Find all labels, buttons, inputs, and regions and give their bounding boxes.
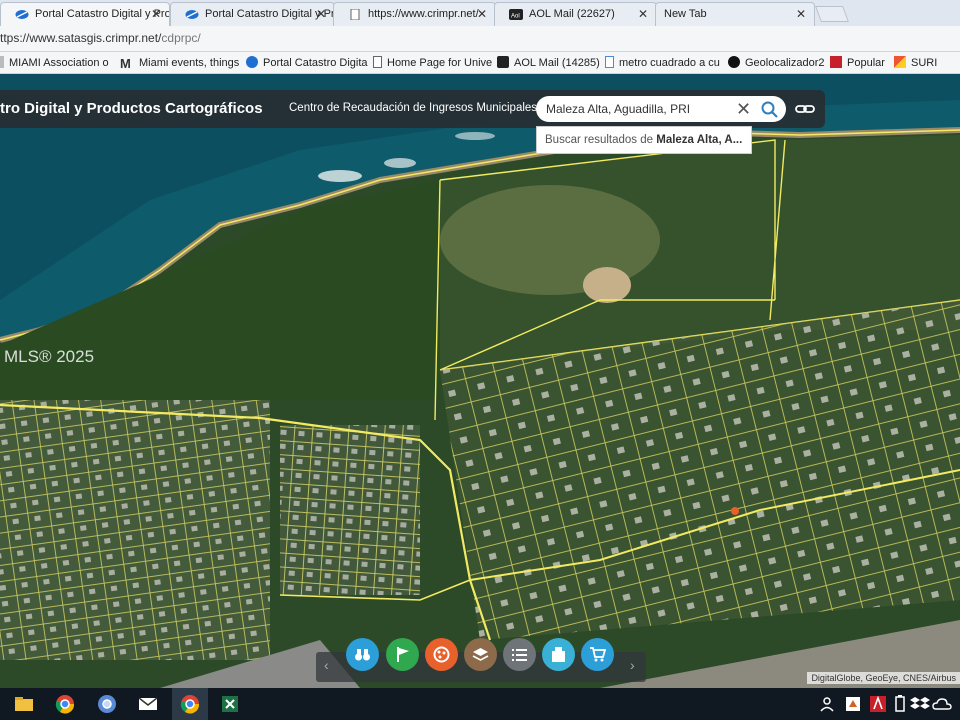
- mls-watermark: MLS® 2025: [4, 347, 95, 366]
- address-bar[interactable]: ttps://www.satasgis.crimpr.net/cdprpc/: [0, 26, 960, 52]
- app-title: tro Digital y Productos Cartográficos: [0, 100, 263, 117]
- close-tab-icon[interactable]: ✕: [796, 7, 806, 21]
- app-subtitle: Centro de Recaudación de Ingresos Munici…: [289, 102, 538, 114]
- search-input[interactable]: [546, 102, 726, 116]
- folder-icon: [0, 56, 4, 68]
- binoculars-button[interactable]: [346, 638, 379, 671]
- link-icon[interactable]: [794, 99, 816, 119]
- url-text[interactable]: ttps://www.satasgis.crimpr.net/cdprpc/: [0, 31, 201, 45]
- measure-button[interactable]: [425, 638, 458, 671]
- close-tab-icon[interactable]: ✕: [151, 7, 161, 21]
- bookmark-label: metro cuadrado a cu: [619, 57, 720, 69]
- m-logo-icon: M: [120, 56, 131, 71]
- clear-search-icon[interactable]: ✕: [736, 99, 751, 120]
- bookmark-label: Portal Catastro Digita: [263, 57, 368, 69]
- people-icon[interactable]: [818, 694, 838, 714]
- taskbar: [0, 688, 960, 720]
- dock-prev-arrow-icon[interactable]: ‹: [324, 657, 329, 673]
- url-host: ttps://www.satasgis.crimpr.net/: [0, 31, 162, 45]
- aol-icon: [497, 56, 509, 68]
- bookmark-label: Geolocalizador2: [745, 57, 825, 69]
- binoculars-icon: [355, 649, 370, 661]
- tab-portal-catastro-1[interactable]: Portal Catastro Digital y Pro ✕: [0, 2, 170, 26]
- chromium-icon[interactable]: [97, 694, 117, 714]
- chrome-icon[interactable]: [180, 694, 200, 714]
- close-tab-icon[interactable]: ✕: [638, 7, 648, 21]
- page-icon: [373, 56, 382, 68]
- aol-icon: Aol: [509, 9, 523, 20]
- layers-button[interactable]: [464, 638, 497, 671]
- bookmark-label: Home Page for Unive: [387, 57, 493, 69]
- tab-label: Portal Catastro Digital y Pro: [35, 8, 170, 20]
- suggestion-match: Maleza Alta, A...: [656, 134, 743, 146]
- flag-icon: [397, 647, 409, 662]
- url-path: cdprpc/: [161, 31, 201, 45]
- cart-button[interactable]: [581, 638, 614, 671]
- mail-icon[interactable]: [138, 694, 158, 714]
- svg-text:Aol: Aol: [511, 14, 520, 20]
- bookmark-portal-catastro[interactable]: Portal Catastro Digita: [246, 56, 368, 69]
- dock-next-arrow-icon[interactable]: ›: [630, 657, 635, 673]
- tab-label: https://www.crimpr.net/: [368, 8, 479, 20]
- building-button[interactable]: [542, 638, 575, 671]
- bookmark-label: MIAMI Association o: [9, 57, 109, 69]
- adobe-icon[interactable]: [868, 694, 888, 714]
- crim-favicon-icon: [15, 10, 29, 19]
- dropbox-icon[interactable]: [910, 694, 930, 714]
- file-explorer-icon[interactable]: [14, 694, 34, 714]
- page-icon: [605, 56, 614, 68]
- bookmarks-bar: MIAMI Association o M Miami events, thing…: [0, 52, 960, 74]
- page-icon: [350, 9, 360, 20]
- close-tab-icon[interactable]: ✕: [477, 7, 487, 21]
- tab-aol-mail[interactable]: Aol AOL Mail (22627) ✕: [494, 2, 657, 26]
- excel-icon[interactable]: [220, 694, 240, 714]
- new-tab-button[interactable]: [815, 6, 849, 22]
- bookmark-home-page[interactable]: Home Page for Unive: [373, 56, 492, 69]
- bookmark-label: Popular: [847, 57, 885, 69]
- close-tab-icon[interactable]: ✕: [316, 7, 326, 21]
- browser-tab-strip: Portal Catastro Digital y Pro ✕ Portal C…: [0, 0, 960, 26]
- tab-crimpr[interactable]: https://www.crimpr.net/ ✕: [333, 2, 496, 26]
- suri-logo-icon: [894, 56, 906, 68]
- bookmark-aol-mail[interactable]: AOL Mail (14285): [497, 56, 600, 69]
- popular-logo-icon: [830, 56, 842, 68]
- bookmark-label: Miami events, things: [139, 57, 240, 69]
- list-button[interactable]: [503, 638, 536, 671]
- building-icon: [552, 647, 565, 662]
- flag-button[interactable]: [386, 638, 419, 671]
- tab-label: New Tab: [664, 8, 707, 20]
- tab-label: AOL Mail (22627): [529, 8, 615, 20]
- cart-icon: [590, 647, 606, 662]
- bookmark-miami-events[interactable]: M Miami events, things: [120, 56, 240, 71]
- bookmark-metro-cuadrado[interactable]: metro cuadrado a cu: [605, 56, 720, 69]
- map-canvas[interactable]: [0, 74, 960, 688]
- layers-icon: [472, 648, 489, 661]
- network-icon[interactable]: [843, 694, 863, 714]
- bookmark-label: AOL Mail (14285): [514, 57, 600, 69]
- bookmark-label: SURI: [911, 57, 938, 69]
- bookmark-geolocalizador[interactable]: Geolocalizador2: [728, 56, 825, 69]
- tab-new-tab[interactable]: New Tab ✕: [655, 2, 815, 26]
- search-suggestion[interactable]: Buscar resultados de Maleza Alta, A...: [536, 126, 752, 154]
- search-icon[interactable]: [758, 98, 782, 120]
- bookmark-popular[interactable]: Popular: [830, 56, 885, 69]
- search-box[interactable]: ✕: [536, 96, 786, 122]
- crim-favicon-icon: [246, 56, 258, 68]
- globe-icon: [728, 56, 740, 68]
- battery-icon[interactable]: [890, 694, 910, 714]
- location-marker-icon[interactable]: [731, 507, 739, 515]
- chrome-icon[interactable]: [55, 694, 75, 714]
- suggestion-prefix: Buscar resultados de: [545, 134, 657, 146]
- map-attribution: DigitalGlobe, GeoEye, CNES/Airbus: [807, 672, 960, 684]
- measure-icon: [433, 646, 450, 663]
- satellite-map[interactable]: [0, 74, 960, 688]
- tab-portal-catastro-2[interactable]: Portal Catastro Digital y Pro ✕: [170, 2, 335, 26]
- bookmark-suri[interactable]: SURI: [894, 56, 937, 69]
- list-icon: [512, 649, 527, 661]
- bookmark-miami-association[interactable]: MIAMI Association o: [0, 56, 109, 69]
- crim-favicon-icon: [185, 10, 199, 19]
- cloud-icon[interactable]: [932, 694, 952, 714]
